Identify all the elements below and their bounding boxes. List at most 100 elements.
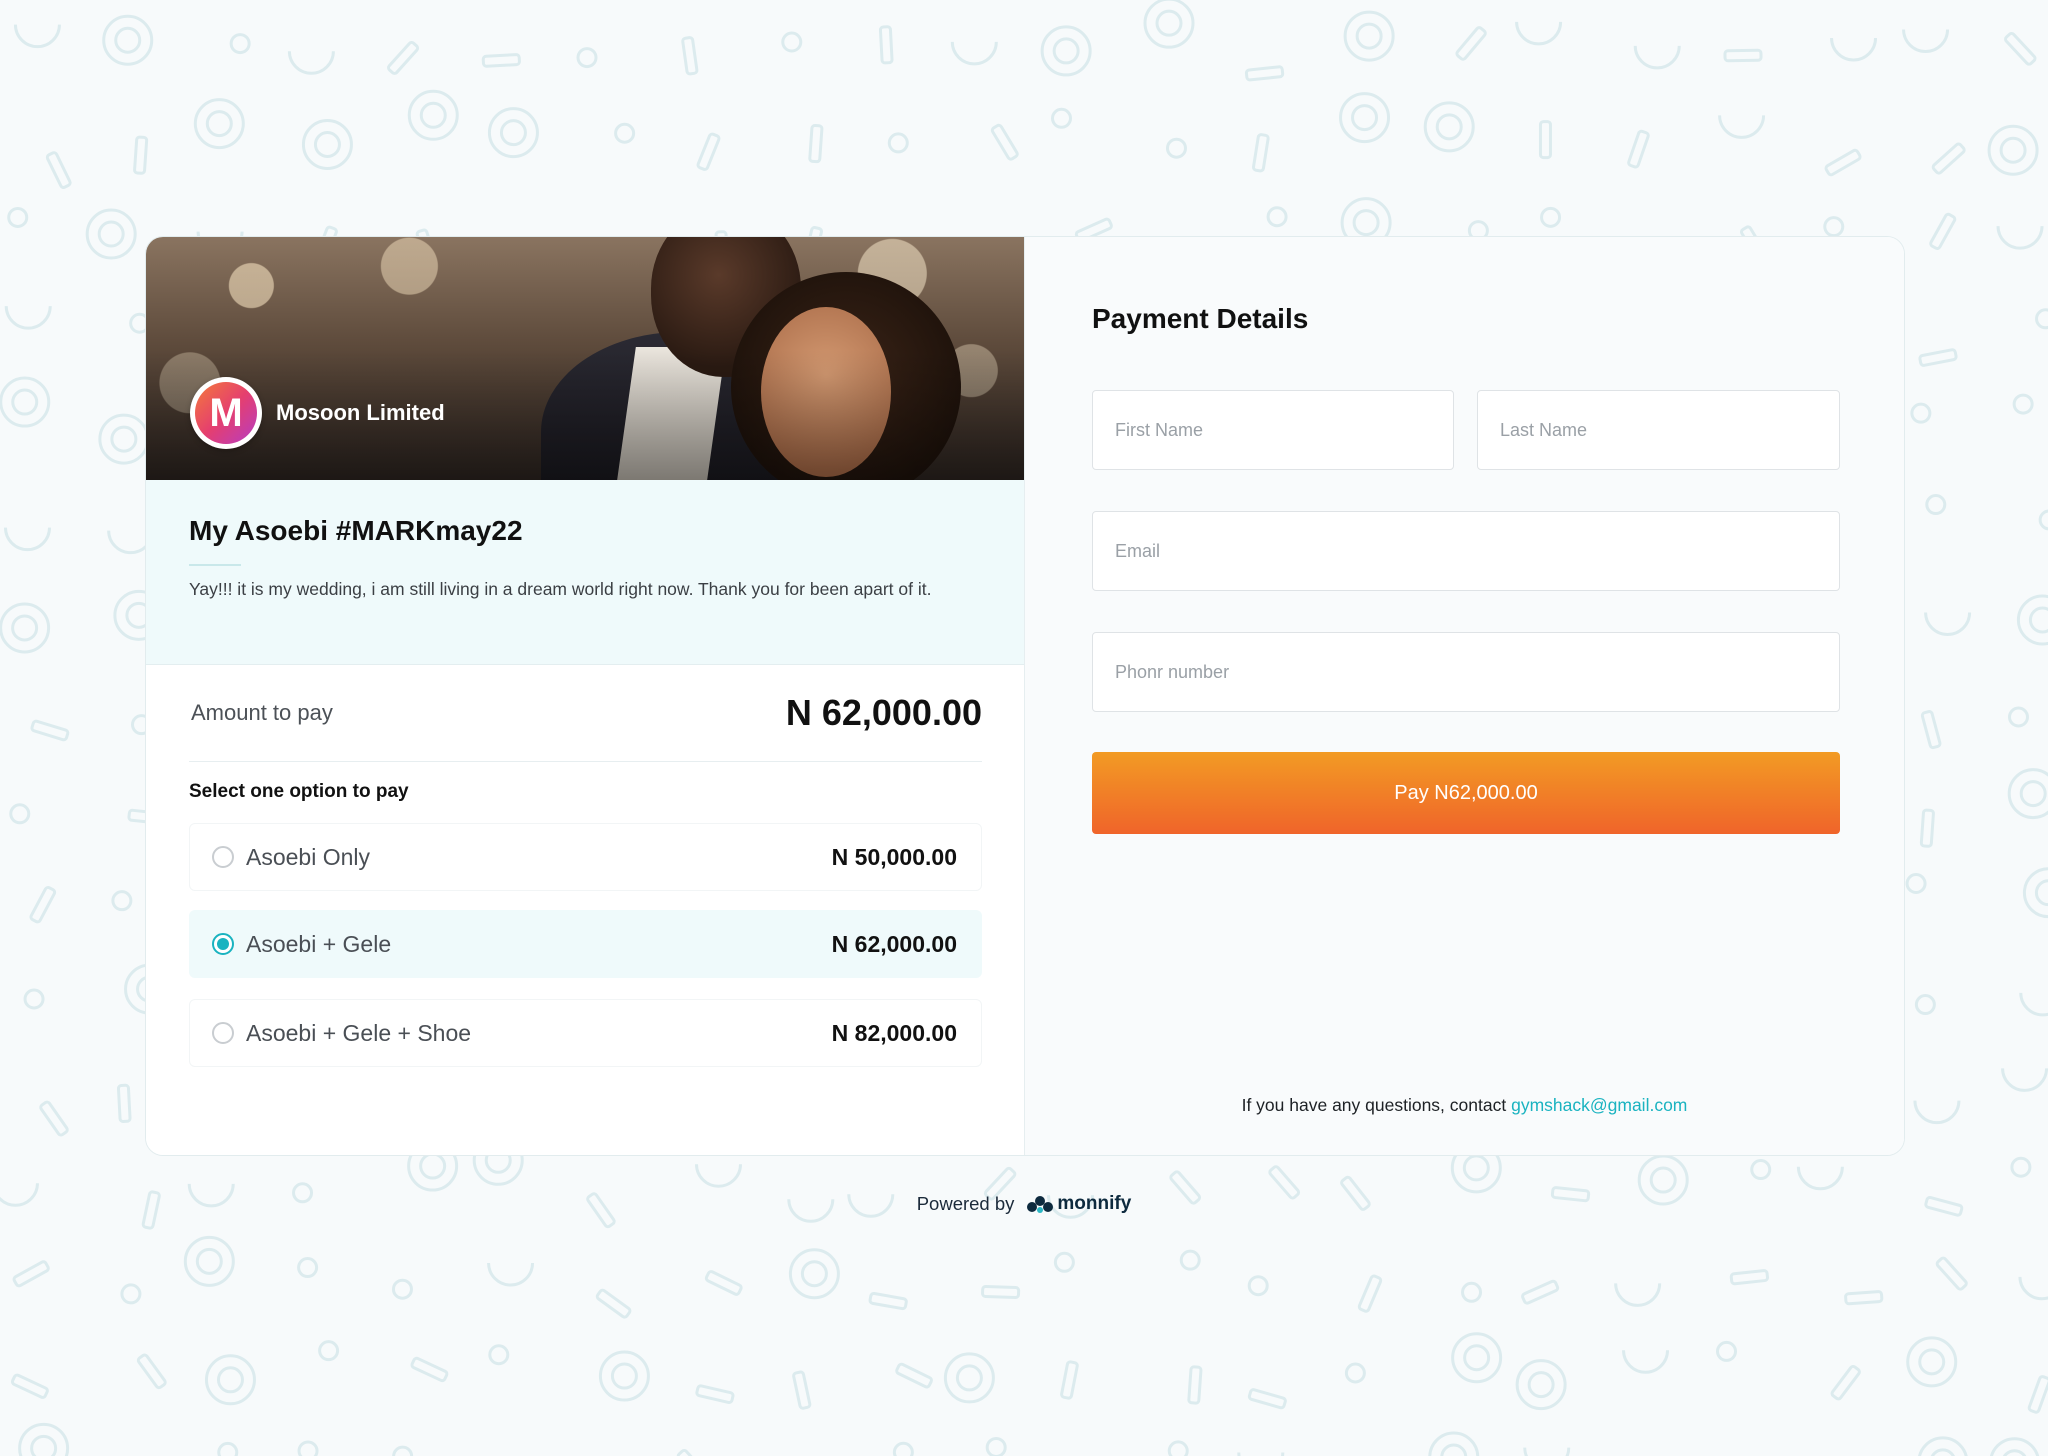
pattern-shape [1919, 808, 1935, 848]
email-input[interactable] [1092, 511, 1840, 591]
pattern-shape [1540, 206, 1562, 228]
amount-value: N 62,000.00 [785, 692, 982, 733]
pattern-shape [1247, 1388, 1287, 1410]
pattern-shape [1428, 1431, 1480, 1456]
pattern-shape [1823, 216, 1845, 238]
pattern-shape [892, 1441, 914, 1456]
pattern-shape [1339, 92, 1391, 144]
pattern-shape [1910, 402, 1932, 424]
banner-image: M Mosoon Limited [146, 237, 1024, 480]
pattern-shape [391, 1278, 413, 1300]
pattern-shape [704, 1270, 743, 1296]
pattern-shape [1913, 1100, 1961, 1125]
pattern-shape [204, 1354, 256, 1406]
amount-row: Amount to pay N 62,000.00 [189, 665, 982, 762]
pattern-shape [614, 122, 636, 144]
pattern-shape [487, 107, 539, 159]
pattern-shape [3, 527, 51, 552]
pattern-shape [1538, 120, 1552, 160]
pattern-shape [1920, 710, 1942, 750]
pattern-shape [13, 24, 61, 49]
last-name-input[interactable] [1477, 390, 1840, 470]
pattern-shape [595, 1288, 632, 1319]
pattern-shape [1040, 25, 1092, 77]
pattern-shape [1918, 1436, 1968, 1456]
pattern-shape [981, 1284, 1021, 1300]
option-price: N 50,000.00 [831, 843, 957, 870]
pattern-shape [1718, 115, 1766, 139]
radio-button[interactable] [212, 846, 234, 868]
pattern-shape [788, 1248, 840, 1300]
pattern-shape [2010, 1156, 2032, 1178]
pattern-shape [85, 208, 137, 260]
pattern-shape [1244, 65, 1285, 82]
option-name: Asoebi Only [246, 843, 371, 870]
pattern-shape [2007, 706, 2029, 728]
pattern-shape [193, 98, 245, 150]
pattern-shape [943, 1352, 995, 1404]
pattern-shape [1455, 26, 1487, 61]
pattern-shape [895, 1362, 933, 1389]
pattern-shape [1622, 1350, 1670, 1374]
radio-button[interactable] [212, 1022, 234, 1044]
pattern-shape [887, 132, 909, 154]
pattern-shape [217, 1441, 239, 1456]
pattern-shape [1461, 1281, 1483, 1303]
pattern-shape [18, 1422, 70, 1456]
phone-input[interactable] [1092, 632, 1840, 712]
pay-button[interactable]: Pay N62,000.00 [1092, 752, 1840, 834]
checkout-card: M Mosoon Limited My Asoebi #MARKmay22 Ya… [145, 236, 1905, 1156]
pattern-shape [2012, 393, 2034, 415]
pattern-shape [0, 376, 51, 428]
pattern-shape [4, 306, 52, 330]
option-asoebi-gele-shoe[interactable]: Asoebi + Gele + Shoe N 82,000.00 [189, 999, 982, 1067]
pattern-shape [2007, 768, 2048, 820]
pattern-shape [1723, 48, 1763, 63]
pattern-shape [183, 1235, 235, 1287]
merchant-logo-letter: M [195, 382, 257, 444]
pattern-shape [1521, 1279, 1560, 1305]
pattern-shape [1824, 148, 1862, 177]
pattern-shape [990, 123, 1019, 161]
pattern-shape [2001, 1068, 2048, 1092]
pattern-shape [98, 413, 150, 465]
contact-email-link[interactable]: gymshack@gmail.com [1511, 1095, 1687, 1115]
pattern-shape [102, 14, 154, 66]
pattern-shape [39, 1100, 69, 1137]
pattern-shape [696, 132, 721, 171]
pattern-shape [1906, 1336, 1958, 1388]
pattern-shape [1343, 10, 1395, 62]
pattern-shape [297, 1257, 319, 1279]
pattern-shape [1060, 1360, 1079, 1400]
pattern-shape [2018, 1276, 2048, 1301]
pattern-shape [12, 1260, 50, 1288]
option-asoebi-only[interactable]: Asoebi Only N 50,000.00 [189, 823, 982, 891]
pattern-shape [1143, 0, 1195, 49]
page-title: My Asoebi #MARKmay22 [189, 515, 523, 546]
radio-button[interactable] [212, 933, 234, 955]
pattern-shape [111, 890, 133, 912]
brand-logo[interactable]: monnify [1026, 1193, 1131, 1215]
first-name-input[interactable] [1092, 390, 1454, 470]
pattern-shape [1614, 1283, 1662, 1307]
pattern-shape [1357, 1274, 1383, 1313]
pattern-shape [318, 1340, 340, 1362]
pattern-shape [1925, 494, 1947, 516]
pattern-shape [2027, 1375, 2048, 1414]
pattern-shape [487, 1262, 535, 1287]
pattern-shape [1187, 1365, 1203, 1405]
option-name: Asoebi + Gele + Shoe [246, 1019, 472, 1046]
pattern-shape [1918, 348, 1958, 367]
pattern-shape [681, 36, 699, 76]
contact-text: If you have any questions, contact [1241, 1095, 1507, 1115]
option-asoebi-gele[interactable]: Asoebi + Gele N 62,000.00 [189, 910, 982, 978]
pattern-shape [133, 135, 149, 175]
pattern-shape [1247, 1275, 1269, 1297]
pattern-shape [868, 1291, 908, 1311]
pattern-shape [1627, 129, 1650, 169]
pattern-shape [2016, 594, 2048, 646]
pattern-shape [1729, 1269, 1770, 1286]
monnify-mark-icon [1027, 1196, 1054, 1213]
pattern-shape [1931, 142, 1966, 175]
pattern-shape [1924, 612, 1972, 636]
